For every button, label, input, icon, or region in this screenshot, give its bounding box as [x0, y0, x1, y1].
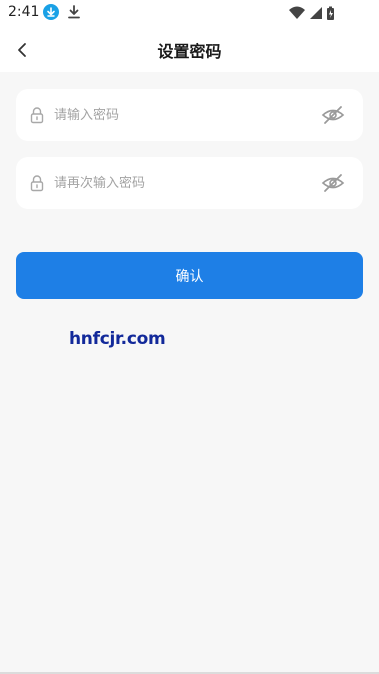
eye-off-icon[interactable] — [321, 105, 345, 125]
password-input[interactable] — [54, 102, 304, 128]
confirm-button[interactable]: 确认 — [16, 252, 363, 299]
download-icon — [67, 4, 81, 20]
status-bar: 2:41 — [0, 0, 379, 26]
download-badge-icon — [43, 4, 59, 20]
wifi-icon — [289, 6, 305, 19]
page-title: 设置密码 — [157, 42, 222, 61]
eye-off-icon[interactable] — [321, 173, 345, 193]
lock-icon — [30, 106, 44, 124]
confirm-password-input[interactable] — [54, 170, 304, 196]
watermark-text: hnfcjr.com — [69, 329, 166, 349]
lock-icon — [30, 174, 44, 192]
battery-icon — [327, 6, 334, 20]
signal-icon — [310, 7, 322, 19]
password-field-card — [16, 89, 363, 141]
system-icons — [289, 5, 349, 21]
confirm-password-field-card — [16, 157, 363, 209]
app-header: 设置密码 — [0, 26, 379, 72]
status-time: 2:41 — [8, 4, 40, 20]
